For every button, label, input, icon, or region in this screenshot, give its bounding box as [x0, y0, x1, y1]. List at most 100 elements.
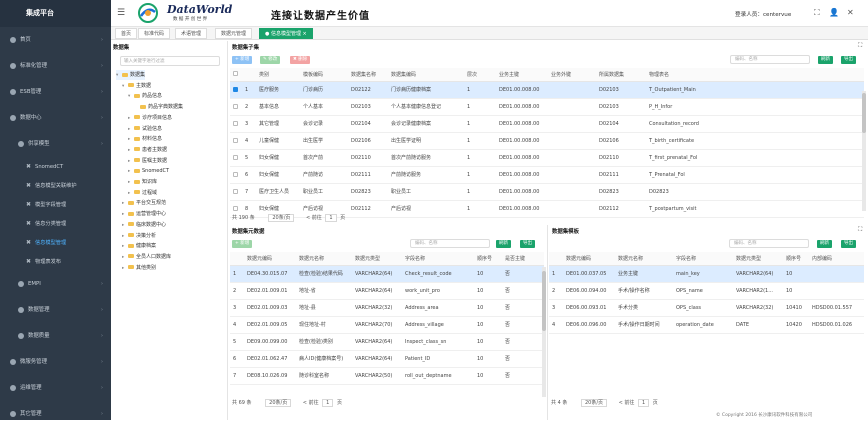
- column-header[interactable]: 数据元类型: [733, 252, 783, 266]
- column-header[interactable]: 数据元类型: [352, 252, 402, 266]
- row-checkbox[interactable]: [230, 132, 242, 150]
- page-input[interactable]: 1: [325, 214, 337, 222]
- subset-scrollbar[interactable]: [862, 91, 866, 211]
- tree-node[interactable]: ▸ 决策分析: [122, 231, 156, 241]
- table-row[interactable]: 2 DE02.01.009.01 地址-省 VARCHAR2(64) work_unit…: [230, 282, 544, 300]
- metadata-search-input[interactable]: 编码、名称: [410, 239, 490, 248]
- pager-prev[interactable]: < 前往: [306, 215, 322, 221]
- table-row[interactable]: 5 DE09.00.099.00 检查(检验)类别 VARCHAR2(64) Inspe…: [230, 333, 544, 351]
- page-size-select[interactable]: 20条/页: [265, 399, 292, 407]
- tree-node[interactable]: ▸ SnomedCT: [128, 166, 169, 176]
- column-header[interactable]: 数据集编码: [388, 68, 464, 82]
- tab-data-element[interactable]: 数据元管理: [215, 28, 253, 39]
- metadata-scrollbar[interactable]: [542, 267, 546, 397]
- column-header[interactable]: [230, 252, 244, 266]
- table-row[interactable]: 1 DE04.30.015.07 检查(检验)结果代码 VARCHAR2(64) Che…: [230, 265, 544, 283]
- add-button[interactable]: + 新增: [232, 56, 253, 64]
- column-header[interactable]: 物理表名: [646, 68, 864, 82]
- table-row[interactable]: 3 其它管理 会诊记录 D02104 会诊记录健康档案 1 DE01.00.008.00 D0…: [230, 115, 864, 133]
- column-header[interactable]: 数据元名称: [296, 252, 352, 266]
- tab-home[interactable]: 首页: [115, 28, 138, 39]
- template-refresh-button[interactable]: 刷新: [817, 240, 832, 248]
- row-checkbox[interactable]: [230, 183, 242, 201]
- tree-node[interactable]: ▸ 诊疗项目信息: [128, 113, 172, 123]
- refresh-button[interactable]: 刷新: [818, 56, 833, 64]
- delete-button[interactable]: ✖ 删除: [290, 56, 311, 64]
- row-checkbox[interactable]: [230, 115, 242, 133]
- tree-node[interactable]: ▾ 主数据: [122, 81, 151, 91]
- column-header[interactable]: 业务外键: [548, 68, 596, 82]
- table-row[interactable]: 5 妇女保健 首次产前 D02110 首次产前随访服务 1 DE01.00.008.00 D0…: [230, 149, 864, 167]
- tree-node[interactable]: ▸ 运营管理中心: [122, 209, 166, 219]
- column-header[interactable]: [242, 68, 256, 82]
- sidebar-item[interactable]: 运维管理 ›: [0, 375, 111, 401]
- tree-node[interactable]: ▾ 药品信息: [128, 91, 162, 101]
- column-header[interactable]: 所属数据集: [596, 68, 646, 82]
- tree-node[interactable]: ▸ 试验信息: [128, 124, 162, 134]
- export-button[interactable]: 导出: [841, 56, 856, 64]
- metadata-refresh-button[interactable]: 刷新: [496, 240, 511, 248]
- tree-node[interactable]: ▸ 过程域: [128, 188, 157, 198]
- tab-standard-code[interactable]: 标准代码: [138, 28, 171, 39]
- sidebar-item[interactable]: 数据中心 ›: [0, 105, 111, 131]
- sidebar-item[interactable]: ESB管理 ›: [0, 79, 111, 105]
- table-row[interactable]: 4 DE06.00.096.00 手术/操作日期时间 operation_date DA…: [549, 316, 864, 334]
- page-size-select[interactable]: 20条/页: [580, 399, 608, 407]
- table-row[interactable]: 7 DE08.10.026.09 随诊科室名称 VARCHAR2(50) roll_ou…: [230, 367, 544, 385]
- column-header[interactable]: [549, 252, 563, 266]
- metadata-add-button[interactable]: + 新增: [232, 240, 253, 248]
- table-row[interactable]: 3 DE06.00.093.01 手术分类 OPS_class VARCHAR2(32)…: [549, 299, 864, 317]
- page-input[interactable]: 1: [638, 399, 650, 407]
- table-row[interactable]: 6 妇女保健 产前随访 D02111 产前随访服务 1 DE01.00.008.00 D021…: [230, 166, 864, 184]
- sidebar-item[interactable]: EMPI ›: [0, 271, 111, 297]
- sidebar-item[interactable]: 其它管理 ›: [0, 401, 111, 427]
- sidebar-item[interactable]: ✖ 信息分类管理: [0, 214, 111, 233]
- sidebar-item[interactable]: ✖ 模型字段管理: [0, 195, 111, 214]
- tree-node[interactable]: ▸ 患者主数据: [128, 145, 167, 155]
- tree-node[interactable]: ▸ 医嘱主数据: [128, 156, 167, 166]
- table-row[interactable]: 1 DE01.00.037.05 业务主键 main_key VARCHAR2(64) 1…: [549, 265, 864, 283]
- row-checkbox[interactable]: [230, 149, 242, 167]
- select-all-checkbox[interactable]: [230, 68, 242, 82]
- table-row[interactable]: 7 医疗卫生人员 职业员工 D02823 职业员工 1 DE01.00.008.00 D028…: [230, 183, 864, 201]
- column-header[interactable]: 数据集名称: [348, 68, 388, 82]
- subset-search-input[interactable]: 编码、名称: [730, 55, 810, 64]
- pager-prev[interactable]: < 前往: [619, 400, 635, 406]
- table-row[interactable]: 1 医疗服务 门诊病历 D02122 门诊病历健康档案 1 DE01.00.008.00 D0…: [230, 81, 864, 99]
- edit-button[interactable]: ✎ 修改: [260, 56, 281, 64]
- column-header[interactable]: 内部编码: [809, 252, 864, 266]
- column-header[interactable]: 字段名称: [402, 252, 474, 266]
- metadata-export-button[interactable]: 导出: [520, 240, 535, 248]
- sidebar-item[interactable]: ✖ 信息模型关联维护: [0, 176, 111, 195]
- tree-node[interactable]: ▸ 材料信息: [128, 134, 162, 144]
- table-row[interactable]: 2 DE06.00.094.00 手术/操作名称 OPS_name VARCHAR2(1…: [549, 282, 864, 300]
- column-header[interactable]: 是否主键: [502, 252, 544, 266]
- sidebar-item[interactable]: ✖ 物理表发布: [0, 252, 111, 271]
- sidebar-item[interactable]: 微服务管理 ›: [0, 349, 111, 375]
- menu-toggle-icon[interactable]: ☰: [117, 8, 125, 18]
- column-header[interactable]: 数据元编码: [563, 252, 615, 266]
- table-row[interactable]: 2 基本信息 个人基本 D02103 个人基本健康信息登记 1 DE01.00.008.00…: [230, 98, 864, 116]
- sidebar-item[interactable]: 首页 ›: [0, 27, 111, 53]
- expand-icon[interactable]: ⛶: [858, 42, 862, 50]
- sidebar-item[interactable]: 标准化管理 ›: [0, 53, 111, 79]
- template-export-button[interactable]: 导出: [841, 240, 856, 248]
- column-header[interactable]: 模板编码: [300, 68, 348, 82]
- sidebar-item[interactable]: ✖ 信息模型管理: [0, 233, 111, 252]
- table-row[interactable]: 3 DE02.01.009.03 地址-县 VARCHAR2(32) Address_a…: [230, 299, 544, 317]
- column-header[interactable]: 类别: [256, 68, 300, 82]
- tree-node[interactable]: ▸ 平台交互规范: [122, 198, 166, 208]
- sidebar-item[interactable]: ✖ SnomedCT: [0, 157, 111, 176]
- column-header[interactable]: 顺序号: [474, 252, 502, 266]
- column-header[interactable]: 顺序号: [783, 252, 809, 266]
- column-header[interactable]: 层次: [464, 68, 496, 82]
- sidebar-item[interactable]: 数据管理 ›: [0, 297, 111, 323]
- tab-terminology[interactable]: 术语管理: [175, 28, 208, 39]
- row-checkbox[interactable]: [230, 81, 242, 99]
- sidebar-item[interactable]: 数据质量 ›: [0, 323, 111, 349]
- table-row[interactable]: 6 DE02.01.062.47 病人ID(健康档案号) VARCHAR2(64) Pa…: [230, 350, 544, 368]
- template-search-input[interactable]: 编码、名称: [729, 239, 809, 248]
- template-expand-icon[interactable]: ⛶: [858, 226, 862, 234]
- fullscreen-icon[interactable]: ⛶: [814, 8, 820, 18]
- user-icon[interactable]: 👤: [829, 8, 839, 17]
